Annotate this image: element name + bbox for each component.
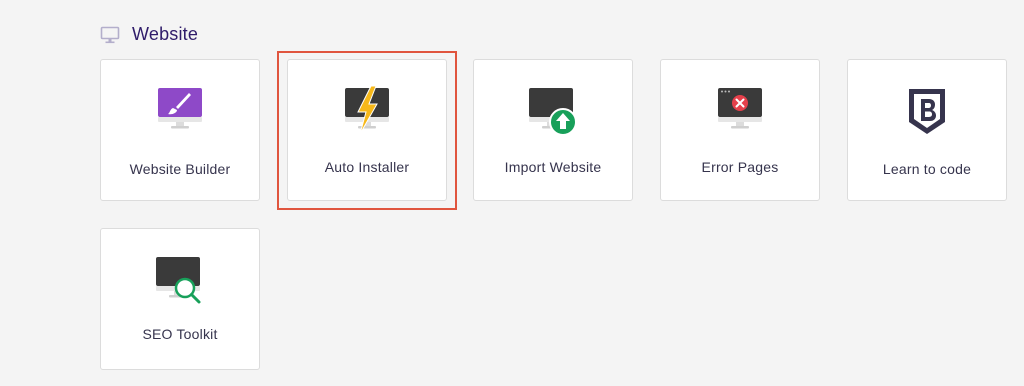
learn-to-code-card[interactable]: Learn to code	[847, 59, 1007, 201]
card-label: Learn to code	[882, 161, 972, 177]
card-label: SEO Toolkit	[142, 326, 218, 342]
card-label: Import Website	[504, 159, 602, 175]
card-label: Website Builder	[129, 161, 231, 177]
bootstrap-shield-icon	[897, 86, 957, 138]
section-title: Website	[132, 24, 199, 44]
card-label: Error Pages	[701, 159, 779, 175]
section-header: Website	[100, 24, 198, 45]
monitor-icon	[100, 26, 120, 43]
upload-monitor-icon	[523, 86, 583, 138]
card-label: Auto Installer	[324, 159, 410, 175]
search-monitor-icon	[150, 255, 210, 307]
error-pages-card[interactable]: Error Pages	[660, 59, 820, 201]
website-builder-card[interactable]: Website Builder	[100, 59, 260, 201]
auto-installer-card[interactable]: Auto Installer	[287, 59, 447, 201]
import-website-card[interactable]: Import Website	[473, 59, 633, 201]
seo-toolkit-card[interactable]: SEO Toolkit	[100, 228, 260, 370]
lightning-monitor-icon	[337, 86, 397, 138]
error-monitor-icon	[710, 86, 770, 138]
paintbrush-monitor-icon	[150, 86, 210, 138]
